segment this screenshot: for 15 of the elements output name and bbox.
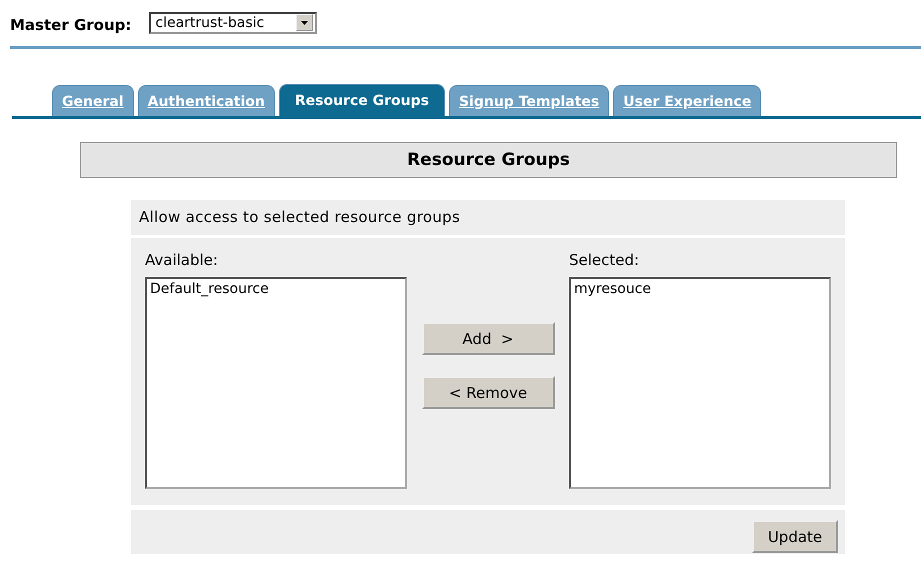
add-button[interactable]: Add > bbox=[422, 322, 554, 355]
instruction-text: Allow access to selected resource groups bbox=[131, 200, 845, 235]
available-label: Available: bbox=[145, 251, 218, 269]
master-group-label: Master Group: bbox=[10, 16, 132, 34]
section-header: Resource Groups bbox=[80, 142, 897, 178]
remove-button[interactable]: < Remove bbox=[422, 376, 554, 409]
master-group-dropdown[interactable]: cleartrust-basic bbox=[149, 12, 318, 34]
caret-icon bbox=[296, 14, 314, 31]
selected-list[interactable]: myresouce bbox=[569, 277, 831, 489]
list-item[interactable]: myresouce bbox=[574, 281, 826, 297]
tab[interactable]: Resource Groups bbox=[278, 84, 445, 116]
available-list[interactable]: Default_resource bbox=[145, 277, 407, 489]
list-item[interactable]: Default_resource bbox=[150, 281, 402, 297]
selected-label: Selected: bbox=[569, 251, 640, 269]
update-button[interactable]: Update bbox=[752, 520, 838, 553]
